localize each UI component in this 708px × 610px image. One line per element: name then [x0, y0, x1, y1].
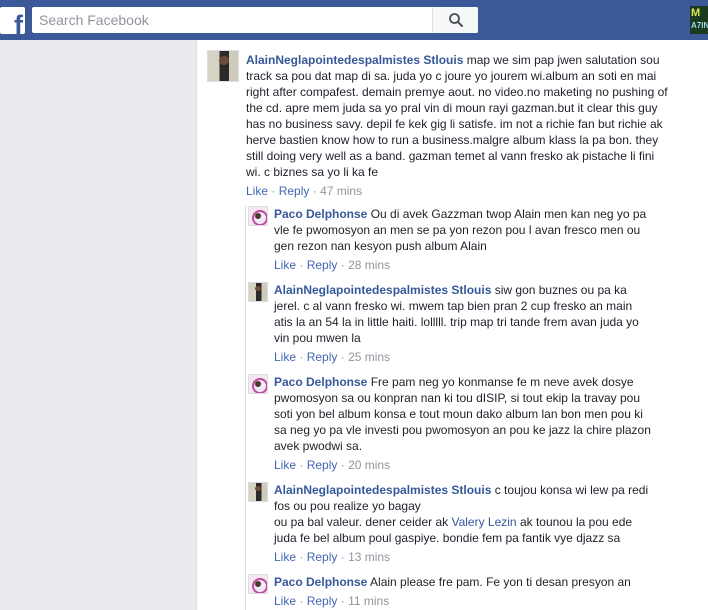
like-link[interactable]: Like [274, 350, 296, 364]
separator: · [312, 184, 317, 198]
comment-text: atis la an 54 la in little haiti. lollll… [274, 315, 639, 329]
separator: · [299, 550, 304, 564]
comment-actions: Like · Reply · 47 mins [246, 184, 362, 198]
comment: AlainNeglapointedespalmistes Stlouis map… [207, 50, 697, 200]
comment-body: AlainNeglapointedespalmistes Stlouis c t… [274, 482, 702, 546]
reply-link[interactable]: Reply [307, 350, 338, 364]
comment-text: Ou di avek Gazzman twop Alain men kan ne… [367, 207, 647, 221]
reply-link[interactable]: Reply [307, 550, 338, 564]
comment-text: jerel. c al vann fresko wi. mwem tap bie… [274, 299, 633, 313]
comment-body: Paco Delphonse Fre pam neg yo konmanse f… [274, 374, 702, 454]
like-link[interactable]: Like [246, 184, 268, 198]
comment-text: vle fe pwomosyon an men se pa yon rezon … [274, 223, 641, 237]
reply: Paco Delphonse Alain please fre pam. Fe … [248, 574, 704, 610]
comment-actions: Like · Reply · 13 mins [274, 550, 390, 564]
comment-timestamp[interactable]: 11 mins [348, 594, 389, 608]
reply-thread-line [245, 206, 246, 610]
avatar[interactable] [248, 482, 268, 502]
reply-link[interactable]: Reply [279, 184, 310, 198]
comment-text: juda fe bel album poul gaspiye. bondie f… [274, 531, 621, 545]
comment-actions: Like · Reply · 11 mins [274, 594, 389, 608]
separator: · [271, 184, 276, 198]
comment-body: AlainNeglapointedespalmistes Stlouis map… [246, 52, 696, 180]
separator: · [299, 350, 304, 364]
comment-body: AlainNeglapointedespalmistes Stlouis siw… [274, 282, 702, 346]
comment-text: siw gon buznes ou pa ka [491, 283, 627, 297]
search-box [32, 7, 478, 33]
comment-text: avek pwodwi sa. [274, 439, 363, 453]
separator: · [340, 258, 345, 272]
comment-text: right after compafest. demain premye aou… [246, 85, 668, 99]
comment-text: has no business savy. depil fe kek gig l… [246, 117, 663, 131]
facebook-logo[interactable]: f [0, 7, 25, 34]
avatar[interactable] [207, 50, 239, 82]
avatar[interactable] [248, 282, 268, 302]
comment-author[interactable]: AlainNeglapointedespalmistes Stlouis [274, 283, 491, 297]
separator: · [299, 458, 304, 472]
comment-text: ou pa bal valeur. dener ceider ak [274, 515, 452, 529]
top-navigation-bar: f M A7IN [0, 0, 708, 40]
avatar[interactable] [248, 206, 268, 226]
comment-author[interactable]: Paco Delphonse [274, 575, 367, 589]
comment-timestamp[interactable]: 47 mins [320, 184, 362, 198]
comment-text: ak tounou la pou ede [516, 515, 633, 529]
separator: · [299, 594, 304, 608]
avatar[interactable] [248, 374, 268, 394]
comment-author[interactable]: Paco Delphonse [274, 375, 367, 389]
page-thumbnail[interactable]: M A7IN [690, 6, 708, 34]
comment-actions: Like · Reply · 20 mins [274, 458, 390, 472]
comment-actions: Like · Reply · 28 mins [274, 258, 390, 272]
comment-body: Paco Delphonse Ou di avek Gazzman twop A… [274, 206, 702, 254]
avatar[interactable] [248, 574, 268, 594]
comment-author[interactable]: AlainNeglapointedespalmistes Stlouis [246, 53, 463, 67]
comment-author[interactable]: AlainNeglapointedespalmistes Stlouis [274, 483, 491, 497]
reply: AlainNeglapointedespalmistes Stlouis siw… [248, 282, 704, 368]
comment-text: the cd. apre mem juda sa yo pral vin di … [246, 101, 658, 115]
comment-body: Paco Delphonse Alain please fre pam. Fe … [274, 574, 702, 590]
separator: · [299, 258, 304, 272]
comment-text: herve bastien know how to run a business… [246, 133, 659, 147]
comment-text: sa neg yo pa vle investi pou pwomosyon a… [274, 423, 651, 437]
tagged-person-link[interactable]: Valery Lezin [451, 515, 516, 529]
comment-text: soti yon bel album konsa e tout moun dak… [274, 407, 643, 421]
comment-timestamp[interactable]: 13 mins [348, 550, 390, 564]
reply-link[interactable]: Reply [307, 258, 338, 272]
comment-text: still doing very well as a band. gazman … [246, 149, 655, 163]
comment-author[interactable]: Paco Delphonse [274, 207, 367, 221]
comment-timestamp[interactable]: 28 mins [348, 258, 390, 272]
search-button[interactable] [432, 7, 478, 33]
comments-panel: AlainNeglapointedespalmistes Stlouis map… [196, 40, 708, 610]
separator: · [340, 550, 345, 564]
comment-timestamp[interactable]: 20 mins [348, 458, 390, 472]
comment-text: wi. c biznes sa yo li ka fe [246, 165, 379, 179]
comment-timestamp[interactable]: 25 mins [348, 350, 390, 364]
reply: Paco Delphonse Fre pam neg yo konmanse f… [248, 374, 704, 476]
comment-text: map we sim pap jwen salutation sou [463, 53, 660, 67]
comment-text: Fre pam neg yo konmanse fe m neve avek d… [367, 375, 634, 389]
comment-text: fos ou pou realize yo bagay [274, 499, 421, 513]
comment-text: vin pou mwen la [274, 331, 361, 345]
comment-text: gen rezon nan kesyon push album Alain [274, 239, 487, 253]
comment-actions: Like · Reply · 25 mins [274, 350, 390, 364]
reply: Paco Delphonse Ou di avek Gazzman twop A… [248, 206, 704, 276]
reply-link[interactable]: Reply [307, 458, 338, 472]
comment-text: pwomosyon sa ou konpran nan ki tou dISIP… [274, 391, 640, 405]
like-link[interactable]: Like [274, 550, 296, 564]
search-icon [449, 13, 463, 27]
reply-link[interactable]: Reply [307, 594, 338, 608]
like-link[interactable]: Like [274, 594, 296, 608]
comment-text: track sa pou dat map di sa. juda yo c jo… [246, 69, 657, 83]
comment-text: Alain please fre pam. Fe yon ti desan pr… [367, 575, 631, 589]
like-link[interactable]: Like [274, 458, 296, 472]
separator: · [340, 458, 345, 472]
separator: · [340, 350, 345, 364]
reply: AlainNeglapointedespalmistes Stlouis c t… [248, 482, 704, 568]
comment-text: c toujou konsa wi lew pa redi [491, 483, 649, 497]
search-input[interactable] [32, 7, 432, 33]
like-link[interactable]: Like [274, 258, 296, 272]
separator: · [340, 594, 345, 608]
